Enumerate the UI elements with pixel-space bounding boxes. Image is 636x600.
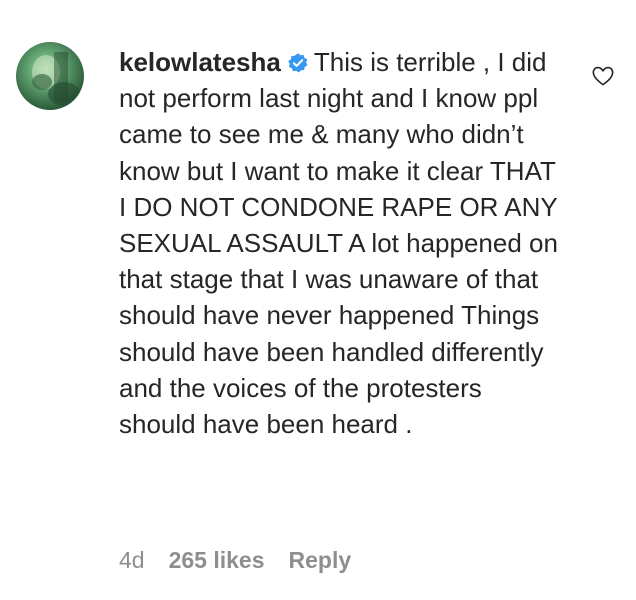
- comment: kelowlatesha This is terrible , I did not…: [0, 0, 636, 600]
- comment-username[interactable]: kelowlatesha: [119, 47, 281, 77]
- comment-meta: 4d 265 likes Reply: [119, 544, 351, 576]
- verified-badge-icon: [287, 47, 309, 73]
- comment-age[interactable]: 4d: [119, 547, 145, 574]
- comment-body: kelowlatesha This is terrible , I did not…: [119, 44, 559, 442]
- likes-count[interactable]: 265 likes: [169, 547, 265, 574]
- comment-text: This is terrible , I did not perform las…: [119, 47, 558, 440]
- avatar[interactable]: [16, 42, 84, 110]
- reply-button[interactable]: Reply: [289, 547, 352, 574]
- heart-icon[interactable]: [591, 64, 615, 88]
